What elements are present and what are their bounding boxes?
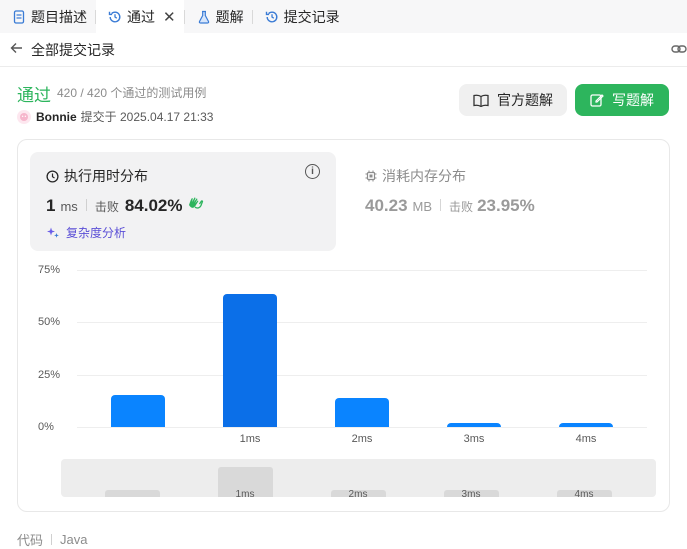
- all-submissions-link[interactable]: 全部提交记录: [31, 40, 115, 60]
- runtime-title: 执行用时分布: [46, 166, 148, 186]
- status-label: 通过: [17, 86, 51, 105]
- chart-bar[interactable]: [223, 294, 277, 427]
- divider: [440, 199, 442, 211]
- minimap-label: 3ms: [461, 489, 481, 500]
- gridline: [77, 374, 647, 376]
- avatar[interactable]: [17, 109, 31, 124]
- gridline: [77, 270, 647, 271]
- tab-submissions[interactable]: 提交记录: [253, 0, 348, 33]
- divider: [85, 199, 87, 211]
- runtime-value: 1: [46, 196, 56, 215]
- code-section-header: 代码 Java: [17, 530, 87, 549]
- memory-title-label: 消耗内存分布: [382, 168, 466, 184]
- chart-bar[interactable]: [447, 422, 501, 427]
- clock-icon: [46, 169, 59, 183]
- memory-value: 40.23: [365, 196, 408, 215]
- code-language: Java: [60, 532, 88, 547]
- arrow-left-icon[interactable]: [10, 41, 23, 58]
- x-tick-label: 3ms: [463, 433, 485, 445]
- tab-bar: 题目描述 通过 ✕ 题解 提交记录: [0, 0, 687, 33]
- gridline: [77, 427, 647, 428]
- chip-icon: [365, 170, 377, 182]
- memory-beats: 23.95%: [477, 196, 535, 215]
- x-tick-label: 4ms: [575, 433, 597, 445]
- divider: [51, 534, 53, 545]
- edit-icon: [590, 94, 604, 107]
- complexity-label: 复杂度分析: [66, 226, 127, 240]
- hands-icon: [187, 196, 204, 216]
- sparkle-icon: [47, 227, 59, 238]
- y-tick-label: 50%: [38, 316, 61, 329]
- submission-meta: Bonnie 提交于 2025.04.17 21:33: [17, 108, 213, 125]
- minimap-label: 4ms: [574, 489, 594, 500]
- runtime-beats: 84.02%: [124, 196, 183, 215]
- beats-label: 击败: [449, 200, 474, 214]
- history-icon: [108, 10, 122, 24]
- chart-bar[interactable]: [559, 422, 613, 427]
- test-cases-count: 420 / 420 个通过的测试用例: [57, 86, 207, 100]
- memory-unit: MB: [412, 199, 433, 214]
- memory-title[interactable]: 消耗内存分布: [365, 166, 466, 186]
- write-solution-button[interactable]: 写题解: [575, 84, 669, 116]
- y-tick-label: 25%: [38, 368, 61, 381]
- flask-icon: [197, 10, 211, 24]
- tab-submission-result[interactable]: 通过 ✕: [96, 0, 184, 33]
- minimap-label: 1ms: [235, 489, 255, 500]
- tab-label: 提交记录: [283, 8, 340, 25]
- document-icon: [12, 9, 26, 24]
- runtime-stats: 1 ms 击败 84.02%: [46, 196, 204, 216]
- beats-label: 击败: [94, 200, 119, 214]
- link-icon[interactable]: [671, 42, 687, 58]
- gridline: [77, 322, 647, 324]
- complexity-analysis-link[interactable]: 复杂度分析: [46, 224, 126, 241]
- back-bar: 全部提交记录: [0, 33, 687, 67]
- close-icon[interactable]: ✕: [163, 8, 176, 26]
- x-tick-label: 2ms: [351, 433, 373, 445]
- y-tick-label: 75%: [38, 264, 61, 276]
- book-icon: [473, 94, 489, 107]
- code-label: 代码: [17, 533, 44, 548]
- y-tick-label: 0%: [38, 421, 54, 433]
- tab-label: 通过: [127, 8, 155, 25]
- info-icon[interactable]: i: [305, 164, 320, 179]
- write-solution-label: 写题解: [612, 92, 654, 108]
- history-icon: [265, 10, 279, 24]
- chart-bar[interactable]: [335, 397, 389, 427]
- memory-stats: 40.23 MB 击败 23.95%: [365, 196, 535, 216]
- tab-label: 题目描述: [31, 8, 87, 25]
- tab-solutions[interactable]: 题解: [185, 0, 252, 33]
- username[interactable]: Bonnie: [36, 110, 77, 124]
- runtime-title-label: 执行用时分布: [64, 168, 148, 184]
- runtime-unit: ms: [60, 199, 78, 214]
- chart-bar[interactable]: [111, 394, 165, 427]
- minimap-label: 2ms: [348, 489, 368, 500]
- minimap-bar: [105, 490, 160, 497]
- tab-description[interactable]: 题目描述: [0, 0, 95, 33]
- submitted-time: 提交于 2025.04.17 21:33: [80, 110, 214, 124]
- x-tick-label: 1ms: [239, 433, 261, 445]
- official-solution-label: 官方题解: [497, 92, 553, 108]
- tab-label: 题解: [215, 8, 244, 25]
- official-solution-button[interactable]: 官方题解: [459, 84, 567, 116]
